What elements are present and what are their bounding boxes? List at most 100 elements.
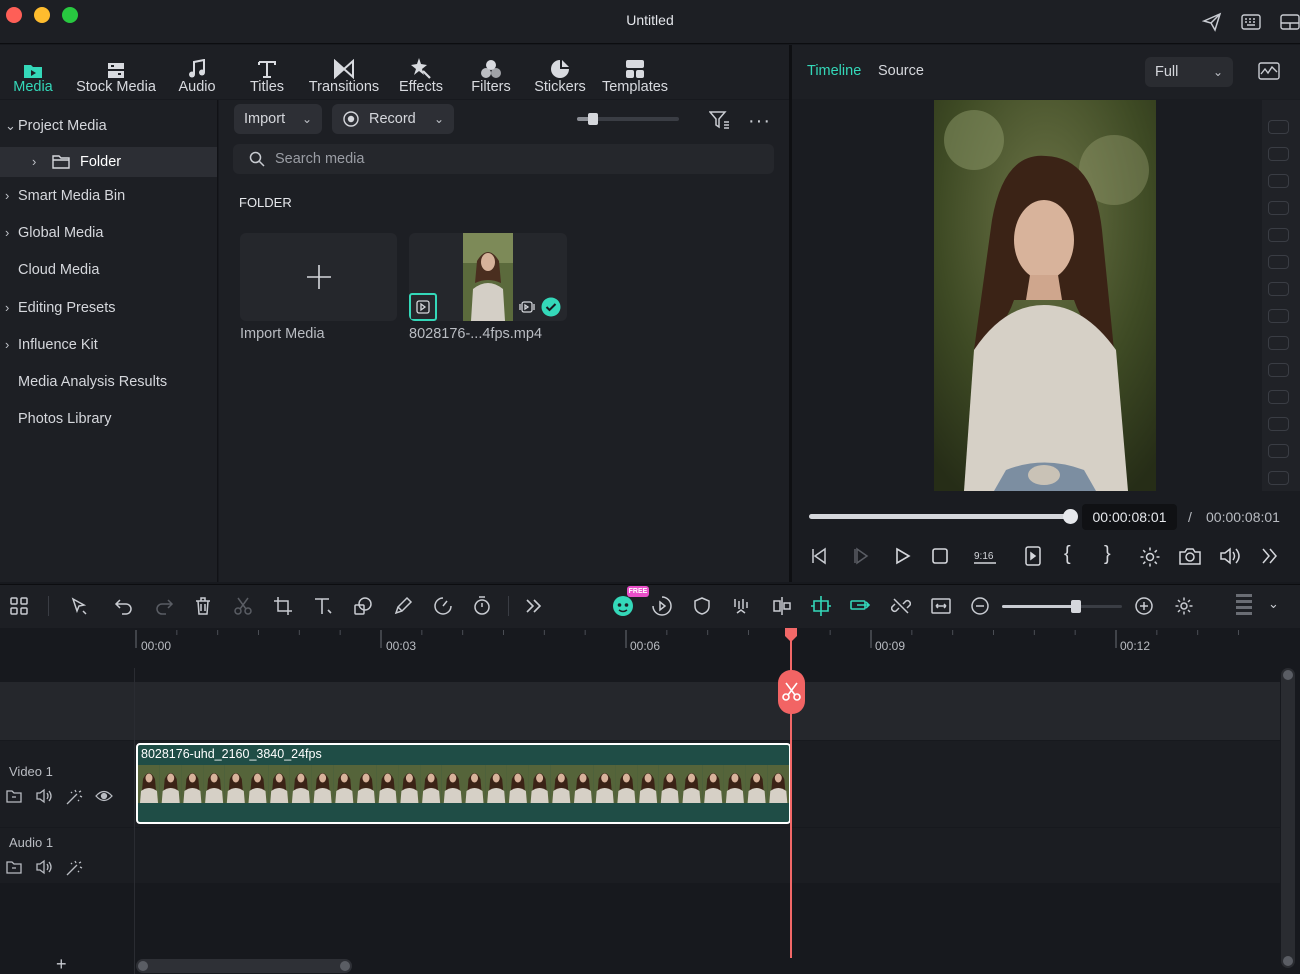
chevron-down-icon[interactable]: ⌄ — [1268, 596, 1279, 612]
zoom-out-icon[interactable] — [965, 584, 995, 628]
tab-timeline[interactable]: Timeline — [807, 63, 861, 79]
empty-track-area[interactable] — [0, 682, 1280, 740]
play-icon[interactable] — [892, 546, 912, 566]
duration-timer-icon[interactable] — [467, 584, 497, 628]
waveform-monitor-icon[interactable] — [1258, 62, 1280, 80]
import-media-card[interactable] — [240, 233, 397, 321]
track-height-icon[interactable] — [1229, 584, 1259, 628]
sidebar-item-folder[interactable]: › Folder — [0, 147, 217, 177]
layout-grid-icon[interactable] — [4, 584, 34, 628]
track-audio-icon[interactable] — [35, 859, 53, 875]
search-input[interactable] — [275, 144, 755, 174]
audio-stretch-icon[interactable] — [727, 584, 757, 628]
import-dropdown[interactable]: Import ⌄ — [234, 104, 322, 134]
slider-handle[interactable] — [588, 113, 598, 125]
pen-draw-icon[interactable] — [388, 584, 418, 628]
shield-protect-icon[interactable] — [687, 584, 717, 628]
filmstrip-frame — [658, 765, 681, 803]
tab-effects[interactable]: Effects — [395, 45, 447, 99]
select-tool-icon[interactable] — [64, 584, 94, 628]
snapshot-camera-icon[interactable] — [1179, 547, 1201, 565]
snap-magnet-icon[interactable] — [806, 584, 836, 628]
shape-mask-icon[interactable] — [348, 584, 378, 628]
progress-handle[interactable] — [1063, 509, 1078, 524]
track-audio-icon[interactable] — [35, 788, 53, 804]
sidebar-item-editing-presets[interactable]: › Editing Presets — [0, 293, 217, 323]
video-preview[interactable] — [934, 100, 1156, 491]
tab-stickers[interactable]: Stickers — [530, 45, 590, 99]
add-track-button[interactable]: + — [56, 954, 67, 974]
layout-icon[interactable] — [1280, 13, 1300, 31]
tab-templates[interactable]: Templates — [599, 45, 671, 99]
current-time[interactable]: 00:00:08:01 — [1082, 504, 1177, 530]
total-time: 00:00:08:01 — [1206, 509, 1280, 525]
quality-select[interactable]: Full ⌄ — [1145, 57, 1233, 87]
next-frame-icon[interactable] — [852, 546, 872, 566]
zoom-slider-handle[interactable] — [1071, 600, 1081, 613]
mark-in-icon[interactable]: { — [1064, 543, 1071, 566]
horizontal-scrollbar[interactable] — [136, 959, 352, 973]
stickers-icon — [551, 60, 569, 78]
tab-titles[interactable]: Titles — [242, 45, 292, 99]
tab-filters[interactable]: Filters — [466, 45, 516, 99]
delete-trash-icon[interactable] — [188, 584, 218, 628]
unlink-icon[interactable] — [886, 584, 916, 628]
text-tool-icon[interactable] — [308, 584, 338, 628]
send-feedback-icon[interactable] — [1202, 12, 1222, 32]
keyboard-icon[interactable] — [1241, 13, 1261, 31]
render-settings-icon[interactable] — [1139, 546, 1161, 568]
search-bar[interactable] — [233, 144, 774, 174]
timeline-settings-icon[interactable] — [1169, 584, 1199, 628]
auto-beat-icon[interactable] — [647, 584, 677, 628]
sidebar-item-smart-media-bin[interactable]: › Smart Media Bin — [0, 181, 217, 211]
tab-stock-media[interactable]: Stock Media — [70, 45, 162, 99]
tab-audio[interactable]: Audio — [172, 45, 222, 99]
more-controls-icon[interactable] — [1260, 546, 1278, 566]
media-clip-card[interactable] — [409, 233, 567, 321]
playhead-handle[interactable] — [784, 628, 798, 642]
record-dropdown[interactable]: Record ⌄ — [332, 104, 454, 134]
split-scissors-icon[interactable] — [228, 584, 258, 628]
previous-frame-icon[interactable] — [810, 546, 830, 566]
filter-icon[interactable] — [709, 110, 731, 130]
more-options-icon[interactable]: ··· — [748, 110, 771, 133]
stop-icon[interactable] — [931, 547, 949, 565]
sidebar-item-photos-library[interactable]: Photos Library — [0, 404, 217, 434]
mark-clip-icon[interactable] — [1024, 546, 1042, 566]
sidebar-item-influence-kit[interactable]: › Influence Kit — [0, 330, 217, 360]
sidebar-item-project-media[interactable]: ⌄ Project Media — [0, 111, 217, 141]
tab-media[interactable]: Media — [8, 45, 58, 99]
timeline-zoom-slider[interactable] — [1002, 600, 1122, 613]
volume-icon[interactable] — [1219, 546, 1241, 566]
filmstrip-frame — [420, 765, 442, 803]
audio-track[interactable] — [0, 828, 1280, 883]
sidebar-item-cloud-media[interactable]: Cloud Media — [0, 255, 217, 285]
zoom-in-icon[interactable] — [1129, 584, 1159, 628]
split-screen-icon[interactable] — [767, 584, 797, 628]
audio-track-name: Audio 1 — [9, 835, 54, 850]
tab-transitions[interactable]: Transitions — [304, 45, 384, 99]
playback-progress-bar[interactable] — [809, 509, 1078, 524]
link-track-icon[interactable] — [846, 584, 876, 628]
tab-source[interactable]: Source — [878, 63, 924, 79]
chevron-down-icon: ⌄ — [5, 118, 16, 133]
vertical-scrollbar[interactable] — [1281, 668, 1295, 968]
crop-icon[interactable] — [268, 584, 298, 628]
track-folder-icon[interactable] — [6, 789, 22, 803]
speed-icon[interactable] — [428, 584, 458, 628]
aspect-ratio-icon[interactable]: 9:16 — [972, 546, 998, 566]
video-clip[interactable]: 8028176-uhd_2160_3840_24fps — [136, 743, 791, 824]
mark-out-icon[interactable]: } — [1104, 543, 1111, 566]
track-effect-icon[interactable] — [65, 859, 83, 877]
undo-icon[interactable] — [109, 584, 139, 628]
split-at-playhead-button[interactable] — [778, 670, 805, 714]
sidebar-item-media-analysis-results[interactable]: Media Analysis Results — [0, 367, 217, 397]
thumbnail-size-slider[interactable] — [577, 113, 679, 125]
more-tools-icon[interactable] — [518, 584, 548, 628]
fit-timeline-icon[interactable] — [926, 584, 956, 628]
sidebar-item-global-media[interactable]: › Global Media — [0, 218, 217, 248]
redo-icon[interactable] — [149, 584, 179, 628]
eye-visibility-icon[interactable] — [95, 790, 113, 802]
track-effect-icon[interactable] — [65, 788, 83, 806]
track-folder-icon[interactable] — [6, 860, 22, 874]
